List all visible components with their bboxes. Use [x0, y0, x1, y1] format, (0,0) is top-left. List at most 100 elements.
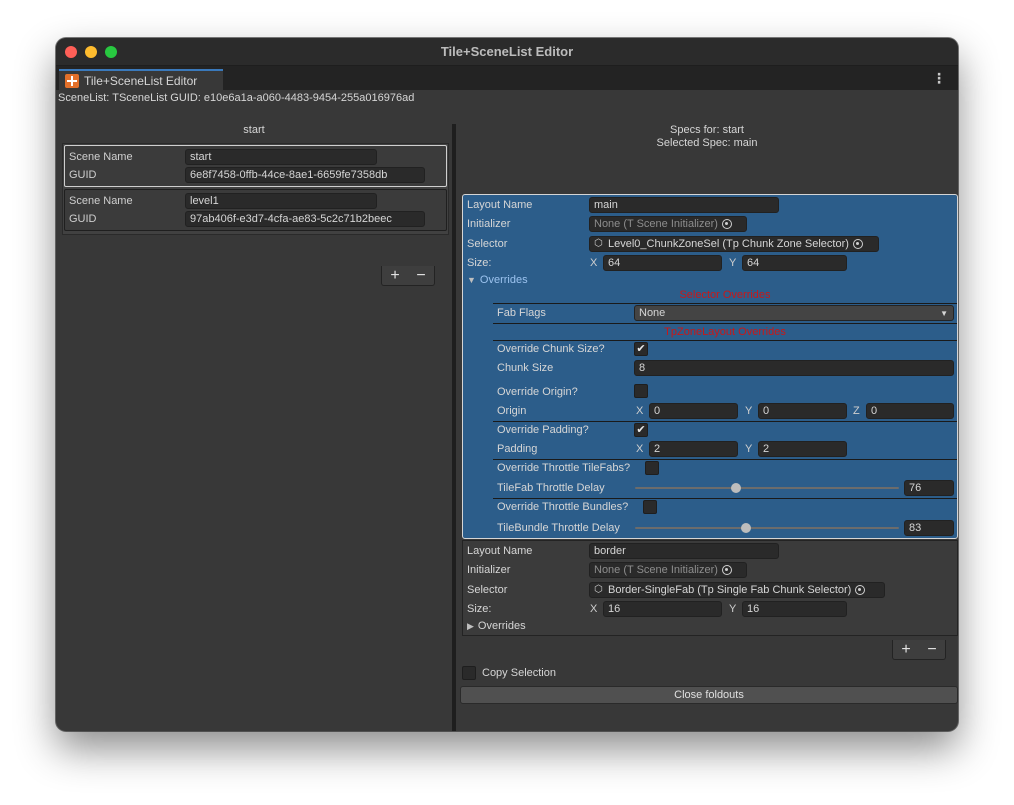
maximize-window-button[interactable] [105, 46, 117, 58]
layout-name-field[interactable]: border [589, 543, 779, 559]
padding-y-field[interactable]: 2 [758, 441, 847, 457]
tilefab-throttle-delay-label: TileFab Throttle Delay [497, 482, 605, 494]
close-window-button[interactable] [65, 46, 77, 58]
guid-field[interactable]: 6e8f7458-0ffb-44ce-8ae1-6659fe7358db [185, 167, 425, 183]
size-y-axis-label: Y [729, 257, 737, 269]
minimize-window-button[interactable] [85, 46, 97, 58]
separator [493, 303, 957, 304]
padding-x-axis-label: X [636, 443, 644, 455]
origin-z-field[interactable]: 0 [866, 403, 954, 419]
initializer-label: Initializer [467, 218, 511, 230]
override-chunk-size-label: Override Chunk Size? [497, 343, 605, 355]
copy-selection-checkbox[interactable] [462, 666, 476, 680]
window-title: Tile+SceneList Editor [440, 44, 574, 59]
padding-y-axis-label: Y [745, 443, 753, 455]
override-padding-checkbox[interactable]: ✔ [634, 423, 648, 437]
specs-for-label: Specs for: start [670, 124, 744, 136]
tilebundle-throttle-delay-field[interactable]: 83 [904, 520, 954, 536]
layout-name-field[interactable]: main [589, 197, 779, 213]
fab-flags-dropdown[interactable]: None ▼ [634, 305, 954, 321]
tab-bar: Tile+SceneList Editor ⋮ [56, 66, 958, 90]
specs-header: Specs for: start Selected Spec: main [456, 124, 958, 150]
scene-list: Scene Name start GUID 6e8f7458-0ffb-44ce-8… [62, 143, 449, 235]
size-y-field[interactable]: 16 [742, 601, 847, 617]
scenelist-guid: SceneList: TSceneList GUID: e10e6a1a-a06… [58, 92, 415, 104]
object-picker-icon[interactable] [721, 565, 732, 575]
override-throttle-tilefabs-checkbox[interactable] [645, 461, 659, 475]
remove-spec-button[interactable]: − [927, 641, 936, 659]
scene-name-field[interactable]: level1 [185, 193, 377, 209]
origin-x-axis-label: X [636, 405, 644, 417]
scene-item-level1[interactable]: Scene Name level1 GUID 97ab406f-e3d7-4cfa-… [64, 189, 447, 231]
override-origin-label: Override Origin? [497, 386, 578, 398]
initializer-label: Initializer [467, 564, 511, 576]
selector-value: Level0_ChunkZoneSel (Tp Chunk Zone Selec… [608, 238, 849, 250]
origin-y-field[interactable]: 0 [758, 403, 847, 419]
selector-field[interactable]: ⬡ Border-SingleFab (Tp Single Fab Chunk S… [589, 582, 885, 598]
padding-label: Padding [497, 443, 538, 455]
spec-border[interactable]: Layout Name border Initializer None (T S… [462, 540, 958, 636]
guid-field[interactable]: 97ab406f-e3d7-4cfa-ae83-5c2c71b2beec [185, 211, 425, 227]
foldout-closed-icon: ▶ [467, 620, 474, 631]
padding-x-field[interactable]: 2 [649, 441, 738, 457]
fab-flags-value: None [639, 307, 666, 319]
size-x-axis-label: X [590, 257, 598, 269]
object-picker-icon[interactable] [855, 585, 866, 595]
add-spec-button[interactable]: + [901, 641, 910, 659]
scene-list-title: start [243, 124, 265, 136]
origin-x-field[interactable]: 0 [649, 403, 738, 419]
chunk-size-label: Chunk Size [497, 362, 554, 374]
selector-overrides-header: Selector Overrides [679, 289, 771, 301]
close-foldouts-button[interactable]: Close foldouts [460, 686, 958, 704]
specs-pane: Specs for: start Selected Spec: main Lay… [456, 124, 958, 731]
prefab-icon: ⬡ [594, 238, 603, 249]
spec-list-add-remove: + − [892, 640, 946, 660]
tilefab-throttle-delay-slider-thumb[interactable] [731, 483, 741, 493]
overrides-foldout[interactable]: ▶ Overrides [467, 620, 526, 632]
size-y-axis-label: Y [729, 603, 737, 615]
override-throttle-bundles-checkbox[interactable] [643, 500, 657, 514]
tilefab-throttle-delay-field[interactable]: 76 [904, 480, 954, 496]
override-origin-checkbox[interactable] [634, 384, 648, 398]
override-chunk-size-checkbox[interactable]: ✔ [634, 342, 648, 356]
selector-value: Border-SingleFab (Tp Single Fab Chunk Se… [608, 584, 852, 596]
overrides-foldout[interactable]: ▼ Overrides [467, 274, 528, 286]
prefab-icon: ⬡ [594, 584, 603, 595]
origin-y-axis-label: Y [745, 405, 753, 417]
fab-flags-label: Fab Flags [497, 307, 546, 319]
size-x-axis-label: X [590, 603, 598, 615]
tilebundle-throttle-delay-slider[interactable] [635, 527, 899, 529]
size-label: Size: [467, 257, 492, 269]
guid-label: GUID [69, 169, 97, 181]
tab-tile-scenelist-editor[interactable]: Tile+SceneList Editor [59, 69, 223, 90]
size-y-field[interactable]: 64 [742, 255, 847, 271]
selector-field[interactable]: ⬡ Level0_ChunkZoneSel (Tp Chunk Zone Sele… [589, 236, 879, 252]
object-picker-icon[interactable] [852, 239, 863, 249]
guid-label: GUID [69, 213, 97, 225]
remove-scene-button[interactable]: − [416, 267, 425, 285]
scene-name-label: Scene Name [69, 151, 133, 163]
tilefab-throttle-delay-slider[interactable] [635, 487, 899, 489]
layout-name-label: Layout Name [467, 199, 533, 211]
foldout-open-icon: ▼ [467, 275, 476, 285]
size-x-field[interactable]: 64 [603, 255, 722, 271]
overrides-label: Overrides [479, 274, 528, 286]
initializer-field[interactable]: None (T Scene Initializer) [589, 562, 747, 578]
layout-name-label: Layout Name [467, 545, 533, 557]
spec-main[interactable]: Layout Name main Initializer None (T Sce… [462, 194, 958, 539]
override-padding-label: Override Padding? [497, 424, 589, 436]
size-label: Size: [467, 603, 492, 615]
tilebundle-throttle-delay-slider-thumb[interactable] [741, 523, 751, 533]
initializer-field[interactable]: None (T Scene Initializer) [589, 216, 747, 232]
window-controls [65, 46, 117, 58]
chevron-down-icon: ▼ [940, 309, 948, 318]
scene-name-field[interactable]: start [185, 149, 377, 165]
scene-item-start[interactable]: Scene Name start GUID 6e8f7458-0ffb-44ce-8… [64, 145, 447, 187]
object-picker-icon[interactable] [721, 219, 732, 229]
more-options-icon[interactable]: ⋮ [932, 69, 946, 87]
size-x-field[interactable]: 16 [603, 601, 722, 617]
chunk-size-field[interactable]: 8 [634, 360, 954, 376]
add-scene-button[interactable]: + [390, 267, 399, 285]
title-bar: Tile+SceneList Editor [56, 38, 958, 66]
selected-spec-label: Selected Spec: main [656, 137, 758, 149]
